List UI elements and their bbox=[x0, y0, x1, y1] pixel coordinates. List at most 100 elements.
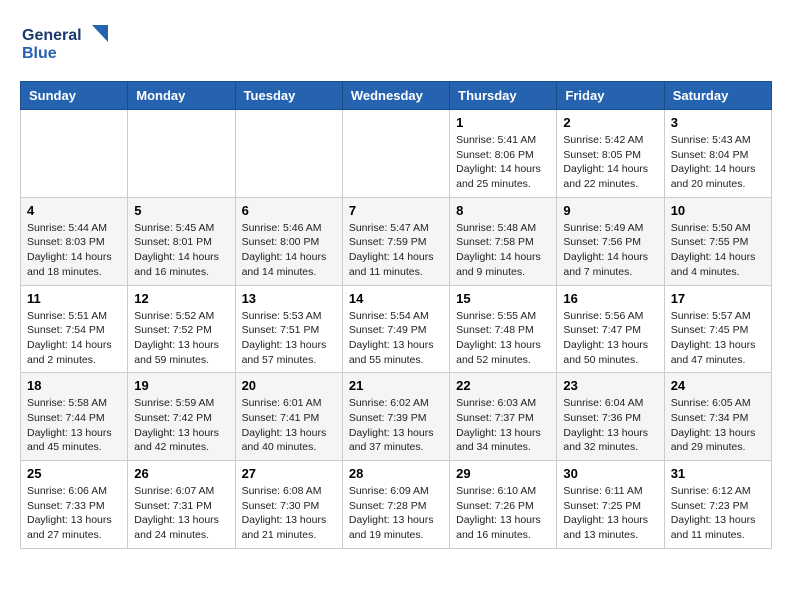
day-info: Sunrise: 5:57 AM Sunset: 7:45 PM Dayligh… bbox=[671, 309, 765, 368]
svg-text:General: General bbox=[22, 27, 82, 44]
day-info: Sunrise: 6:08 AM Sunset: 7:30 PM Dayligh… bbox=[242, 484, 336, 543]
day-info: Sunrise: 5:54 AM Sunset: 7:49 PM Dayligh… bbox=[349, 309, 443, 368]
day-info: Sunrise: 5:49 AM Sunset: 7:56 PM Dayligh… bbox=[563, 221, 657, 280]
day-number: 26 bbox=[134, 466, 228, 481]
day-cell: 3 Sunrise: 5:43 AM Sunset: 8:04 PM Daylig… bbox=[664, 110, 771, 198]
day-cell: 20 Sunrise: 6:01 AM Sunset: 7:41 PM Dayli… bbox=[235, 373, 342, 461]
day-info: Sunrise: 5:43 AM Sunset: 8:04 PM Dayligh… bbox=[671, 133, 765, 192]
day-cell: 27Sunrise: 6:08 AM Sunset: 7:30 PM Dayli… bbox=[235, 461, 342, 549]
day-number: 14 bbox=[349, 291, 443, 306]
page-header: GeneralBlue bbox=[20, 20, 772, 65]
day-cell: 19 Sunrise: 5:59 AM Sunset: 7:42 PM Dayli… bbox=[128, 373, 235, 461]
day-number: 31 bbox=[671, 466, 765, 481]
day-number: 22 bbox=[456, 378, 550, 393]
week-row-5: 25Sunrise: 6:06 AM Sunset: 7:33 PM Dayli… bbox=[21, 461, 772, 549]
day-number: 2 bbox=[563, 115, 657, 130]
day-number: 23 bbox=[563, 378, 657, 393]
day-cell: 1 Sunrise: 5:41 AM Sunset: 8:06 PM Daylig… bbox=[450, 110, 557, 198]
column-header-tuesday: Tuesday bbox=[235, 82, 342, 110]
day-cell: 28Sunrise: 6:09 AM Sunset: 7:28 PM Dayli… bbox=[342, 461, 449, 549]
week-row-1: 1 Sunrise: 5:41 AM Sunset: 8:06 PM Daylig… bbox=[21, 110, 772, 198]
day-cell bbox=[342, 110, 449, 198]
day-info: Sunrise: 6:12 AM Sunset: 7:23 PM Dayligh… bbox=[671, 484, 765, 543]
day-cell: 9 Sunrise: 5:49 AM Sunset: 7:56 PM Daylig… bbox=[557, 197, 664, 285]
day-number: 25 bbox=[27, 466, 121, 481]
day-number: 11 bbox=[27, 291, 121, 306]
day-number: 24 bbox=[671, 378, 765, 393]
day-info: Sunrise: 6:03 AM Sunset: 7:37 PM Dayligh… bbox=[456, 396, 550, 455]
day-cell bbox=[235, 110, 342, 198]
day-info: Sunrise: 5:42 AM Sunset: 8:05 PM Dayligh… bbox=[563, 133, 657, 192]
day-info: Sunrise: 6:04 AM Sunset: 7:36 PM Dayligh… bbox=[563, 396, 657, 455]
day-cell: 24Sunrise: 6:05 AM Sunset: 7:34 PM Dayli… bbox=[664, 373, 771, 461]
column-header-monday: Monday bbox=[128, 82, 235, 110]
day-cell: 5 Sunrise: 5:45 AM Sunset: 8:01 PM Daylig… bbox=[128, 197, 235, 285]
day-cell: 15 Sunrise: 5:55 AM Sunset: 7:48 PM Dayli… bbox=[450, 285, 557, 373]
logo: GeneralBlue bbox=[20, 20, 110, 65]
day-cell: 17 Sunrise: 5:57 AM Sunset: 7:45 PM Dayli… bbox=[664, 285, 771, 373]
day-cell: 4 Sunrise: 5:44 AM Sunset: 8:03 PM Daylig… bbox=[21, 197, 128, 285]
day-cell: 25Sunrise: 6:06 AM Sunset: 7:33 PM Dayli… bbox=[21, 461, 128, 549]
day-cell: 13 Sunrise: 5:53 AM Sunset: 7:51 PM Dayli… bbox=[235, 285, 342, 373]
day-info: Sunrise: 6:09 AM Sunset: 7:28 PM Dayligh… bbox=[349, 484, 443, 543]
column-header-thursday: Thursday bbox=[450, 82, 557, 110]
day-number: 30 bbox=[563, 466, 657, 481]
day-number: 4 bbox=[27, 203, 121, 218]
logo-icon: GeneralBlue bbox=[20, 20, 110, 65]
day-info: Sunrise: 5:50 AM Sunset: 7:55 PM Dayligh… bbox=[671, 221, 765, 280]
day-info: Sunrise: 5:53 AM Sunset: 7:51 PM Dayligh… bbox=[242, 309, 336, 368]
day-number: 20 bbox=[242, 378, 336, 393]
day-number: 6 bbox=[242, 203, 336, 218]
day-info: Sunrise: 6:02 AM Sunset: 7:39 PM Dayligh… bbox=[349, 396, 443, 455]
day-number: 3 bbox=[671, 115, 765, 130]
day-cell: 22 Sunrise: 6:03 AM Sunset: 7:37 PM Dayli… bbox=[450, 373, 557, 461]
day-info: Sunrise: 5:59 AM Sunset: 7:42 PM Dayligh… bbox=[134, 396, 228, 455]
day-cell: 26 Sunrise: 6:07 AM Sunset: 7:31 PM Dayli… bbox=[128, 461, 235, 549]
day-info: Sunrise: 5:51 AM Sunset: 7:54 PM Dayligh… bbox=[27, 309, 121, 368]
day-number: 12 bbox=[134, 291, 228, 306]
day-cell: 10 Sunrise: 5:50 AM Sunset: 7:55 PM Dayli… bbox=[664, 197, 771, 285]
day-cell: 7Sunrise: 5:47 AM Sunset: 7:59 PM Daylig… bbox=[342, 197, 449, 285]
day-info: Sunrise: 6:01 AM Sunset: 7:41 PM Dayligh… bbox=[242, 396, 336, 455]
day-number: 13 bbox=[242, 291, 336, 306]
day-number: 8 bbox=[456, 203, 550, 218]
day-number: 18 bbox=[27, 378, 121, 393]
day-number: 21 bbox=[349, 378, 443, 393]
day-number: 17 bbox=[671, 291, 765, 306]
day-number: 9 bbox=[563, 203, 657, 218]
day-number: 15 bbox=[456, 291, 550, 306]
column-header-sunday: Sunday bbox=[21, 82, 128, 110]
day-number: 5 bbox=[134, 203, 228, 218]
day-number: 19 bbox=[134, 378, 228, 393]
day-cell: 12 Sunrise: 5:52 AM Sunset: 7:52 PM Dayli… bbox=[128, 285, 235, 373]
calendar-table: SundayMondayTuesdayWednesdayThursdayFrid… bbox=[20, 81, 772, 549]
day-cell: 2 Sunrise: 5:42 AM Sunset: 8:05 PM Daylig… bbox=[557, 110, 664, 198]
header-row: SundayMondayTuesdayWednesdayThursdayFrid… bbox=[21, 82, 772, 110]
column-header-friday: Friday bbox=[557, 82, 664, 110]
day-number: 7 bbox=[349, 203, 443, 218]
day-cell: 14 Sunrise: 5:54 AM Sunset: 7:49 PM Dayli… bbox=[342, 285, 449, 373]
day-cell: 30Sunrise: 6:11 AM Sunset: 7:25 PM Dayli… bbox=[557, 461, 664, 549]
day-info: Sunrise: 5:41 AM Sunset: 8:06 PM Dayligh… bbox=[456, 133, 550, 192]
day-info: Sunrise: 6:10 AM Sunset: 7:26 PM Dayligh… bbox=[456, 484, 550, 543]
week-row-4: 18Sunrise: 5:58 AM Sunset: 7:44 PM Dayli… bbox=[21, 373, 772, 461]
week-row-2: 4 Sunrise: 5:44 AM Sunset: 8:03 PM Daylig… bbox=[21, 197, 772, 285]
day-cell: 31 Sunrise: 6:12 AM Sunset: 7:23 PM Dayli… bbox=[664, 461, 771, 549]
day-cell: 29Sunrise: 6:10 AM Sunset: 7:26 PM Dayli… bbox=[450, 461, 557, 549]
day-number: 10 bbox=[671, 203, 765, 218]
day-number: 1 bbox=[456, 115, 550, 130]
day-info: Sunrise: 5:52 AM Sunset: 7:52 PM Dayligh… bbox=[134, 309, 228, 368]
day-info: Sunrise: 5:56 AM Sunset: 7:47 PM Dayligh… bbox=[563, 309, 657, 368]
day-info: Sunrise: 6:07 AM Sunset: 7:31 PM Dayligh… bbox=[134, 484, 228, 543]
day-info: Sunrise: 5:45 AM Sunset: 8:01 PM Dayligh… bbox=[134, 221, 228, 280]
day-cell bbox=[128, 110, 235, 198]
day-cell: 23 Sunrise: 6:04 AM Sunset: 7:36 PM Dayli… bbox=[557, 373, 664, 461]
day-cell: 8Sunrise: 5:48 AM Sunset: 7:58 PM Daylig… bbox=[450, 197, 557, 285]
day-cell: 16 Sunrise: 5:56 AM Sunset: 7:47 PM Dayli… bbox=[557, 285, 664, 373]
svg-text:Blue: Blue bbox=[22, 45, 57, 62]
day-cell: 21 Sunrise: 6:02 AM Sunset: 7:39 PM Dayli… bbox=[342, 373, 449, 461]
day-number: 16 bbox=[563, 291, 657, 306]
day-info: Sunrise: 5:44 AM Sunset: 8:03 PM Dayligh… bbox=[27, 221, 121, 280]
day-info: Sunrise: 5:55 AM Sunset: 7:48 PM Dayligh… bbox=[456, 309, 550, 368]
day-cell bbox=[21, 110, 128, 198]
